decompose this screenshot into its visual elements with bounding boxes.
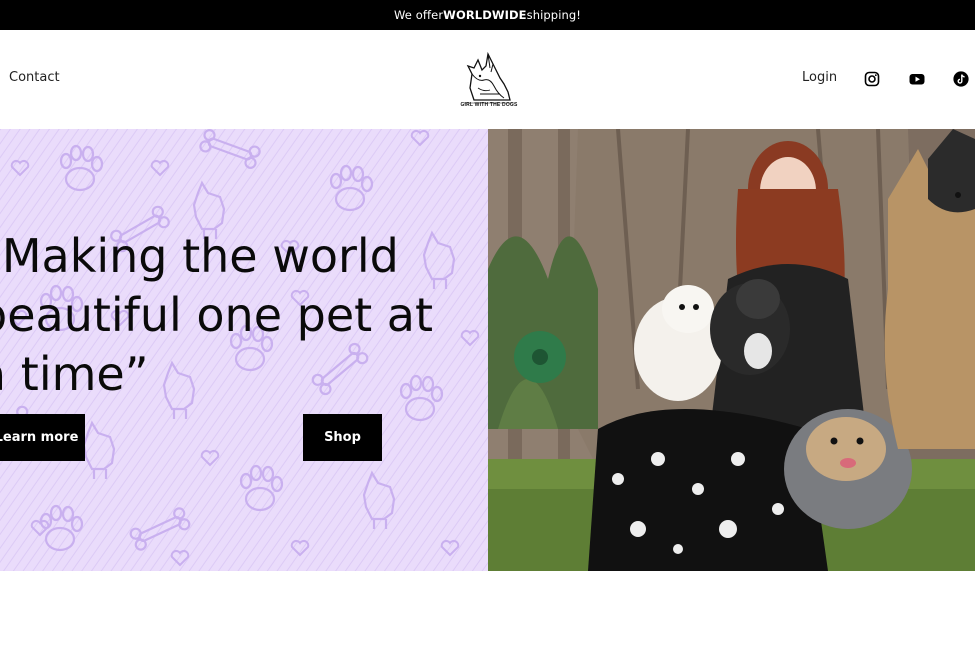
headline-line-3: a time” (0, 347, 149, 401)
learn-more-button[interactable]: Learn more (0, 414, 85, 461)
announcement-suffix: shipping! (526, 8, 581, 22)
hero-photo (488, 129, 975, 571)
logo-text: GIRL WITH THE DOGS (460, 102, 518, 108)
site-logo[interactable]: GIRL WITH THE DOGS (460, 48, 518, 112)
hero-pattern-panel: “Making the world beautiful one pet at a… (0, 129, 488, 571)
announcement-bold: WORLDWIDE (443, 8, 527, 22)
nav-contact-link[interactable]: Contact (9, 70, 60, 85)
youtube-icon[interactable] (909, 71, 925, 87)
announcement-bar: We offer WORLDWIDE shipping! (0, 0, 975, 30)
headline-line-1: “Making the world (0, 229, 399, 283)
site-header: Contact GIRL WITH THE DOGS Login (0, 30, 975, 129)
tiktok-icon[interactable] (953, 71, 969, 87)
instagram-icon[interactable] (864, 71, 880, 87)
hero-section: “Making the world beautiful one pet at a… (0, 129, 975, 571)
headline-line-2: beautiful one pet at (0, 288, 434, 342)
announcement-prefix: We offer (393, 8, 444, 22)
login-link[interactable]: Login (802, 70, 837, 85)
woman-with-dogs-photo (488, 129, 975, 571)
hero-headline: “Making the world beautiful one pet at a… (0, 227, 478, 404)
shop-button[interactable]: Shop (303, 414, 382, 461)
